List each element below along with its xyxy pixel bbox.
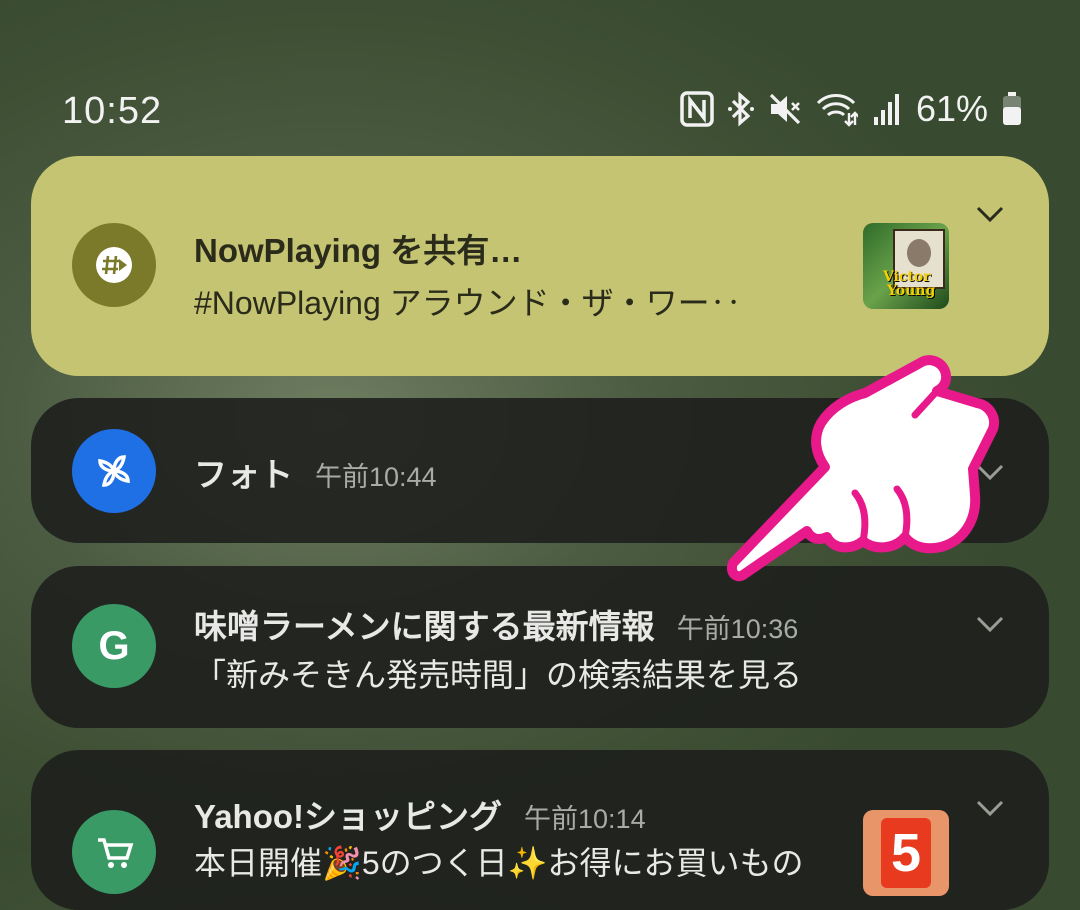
bluetooth-icon <box>727 91 754 127</box>
notification-time: 午前10:14 <box>524 804 646 834</box>
notification-time: 午前10:36 <box>676 614 799 644</box>
app-name: Yahoo!ショッピング <box>194 798 503 835</box>
signal-icon <box>872 91 902 127</box>
wifi-icon <box>816 91 858 127</box>
notification-title: Yahoo!ショッピング 午前10:14 <box>194 790 646 838</box>
status-icons: 61% <box>680 88 1022 130</box>
thumbnail-text: Young <box>887 283 936 299</box>
shopping-cart-icon <box>72 810 156 894</box>
notification-body: 本日開催🎉5のつく日✨お得にお買いもの <box>194 845 804 881</box>
chevron-down-icon[interactable] <box>975 798 1005 818</box>
nfc-icon <box>680 91 714 127</box>
notification-title: 味噌ラーメンに関する最新情報 午前10:36 <box>194 600 798 648</box>
notification-time: 午前10:44 <box>315 462 437 492</box>
app-name: フォト <box>194 456 293 493</box>
notification-google[interactable]: G 味噌ラーメンに関する最新情報 午前10:36 「新みそきん発売時間」の検索結果… <box>31 566 1049 728</box>
battery-percent: 61% <box>915 88 988 129</box>
chevron-down-icon[interactable] <box>975 204 1005 224</box>
google-g-icon: G <box>72 604 156 688</box>
battery-icon <box>1002 92 1022 126</box>
notification-title: フォト 午前10:44 <box>194 448 437 496</box>
clock: 10:52 <box>62 90 163 132</box>
notification-body: 「新みそきん発売時間」の検索結果を見る <box>194 657 803 693</box>
notification-yahoo-shopping[interactable]: Yahoo!ショッピング 午前10:14 本日開催🎉5のつく日✨お得にお買いもの … <box>31 750 1049 910</box>
thumbnail-number: 5 <box>881 818 931 888</box>
notification-title: NowPlaying を共有… <box>194 232 523 269</box>
notification-title-text: 味噌ラーメンに関する最新情報 <box>194 608 655 645</box>
chevron-down-icon[interactable] <box>975 614 1005 634</box>
portrait <box>907 239 931 267</box>
album-thumbnail: Victor Young <box>863 223 949 309</box>
notification-body: #NowPlaying アラウンド・ザ・ワー‥ <box>194 285 742 321</box>
mute-icon <box>768 91 802 127</box>
promo-thumbnail: 5 <box>863 810 949 896</box>
pointing-hand-icon <box>727 355 999 582</box>
notification-nowplaying[interactable]: NowPlaying を共有… #NowPlaying アラウンド・ザ・ワー‥ … <box>31 156 1049 376</box>
hash-share-icon <box>72 223 156 307</box>
status-bar: 10:52 61% <box>0 0 1080 140</box>
pinwheel-icon <box>72 429 156 513</box>
